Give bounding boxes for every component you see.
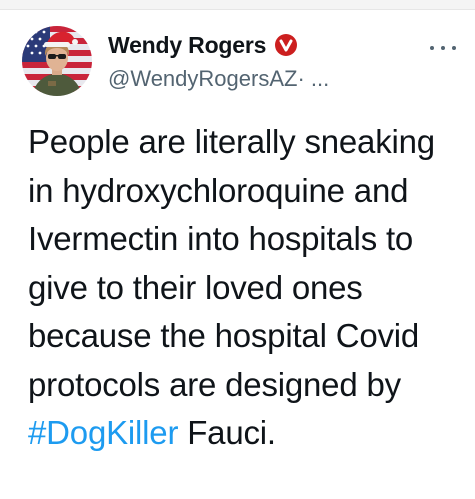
tweet-header: Wendy Rogers @WendyRogersAZ · ... — [108, 29, 408, 94]
more-dot — [441, 46, 445, 50]
display-name[interactable]: Wendy Rogers — [108, 32, 266, 59]
more-options-icon[interactable] — [430, 40, 456, 56]
more-dot — [430, 46, 434, 50]
verified-badge-icon — [274, 33, 298, 57]
top-divider — [0, 0, 475, 10]
user-handle[interactable]: @WendyRogersAZ — [108, 66, 297, 92]
tweet-body: People are literally sneaking in hydroxy… — [28, 118, 468, 458]
avatar[interactable] — [22, 26, 92, 96]
tweet-text-end: Fauci. — [178, 414, 276, 451]
handle-row: @WendyRogersAZ · ... — [108, 64, 408, 94]
handle-suffix: · ... — [297, 66, 330, 91]
avatar-image — [22, 26, 92, 96]
hashtag-link[interactable]: #DogKiller — [28, 414, 178, 451]
tweet-text-main: People are literally sneaking in hydroxy… — [28, 123, 435, 403]
name-row: Wendy Rogers — [108, 29, 408, 61]
more-dot — [452, 46, 456, 50]
